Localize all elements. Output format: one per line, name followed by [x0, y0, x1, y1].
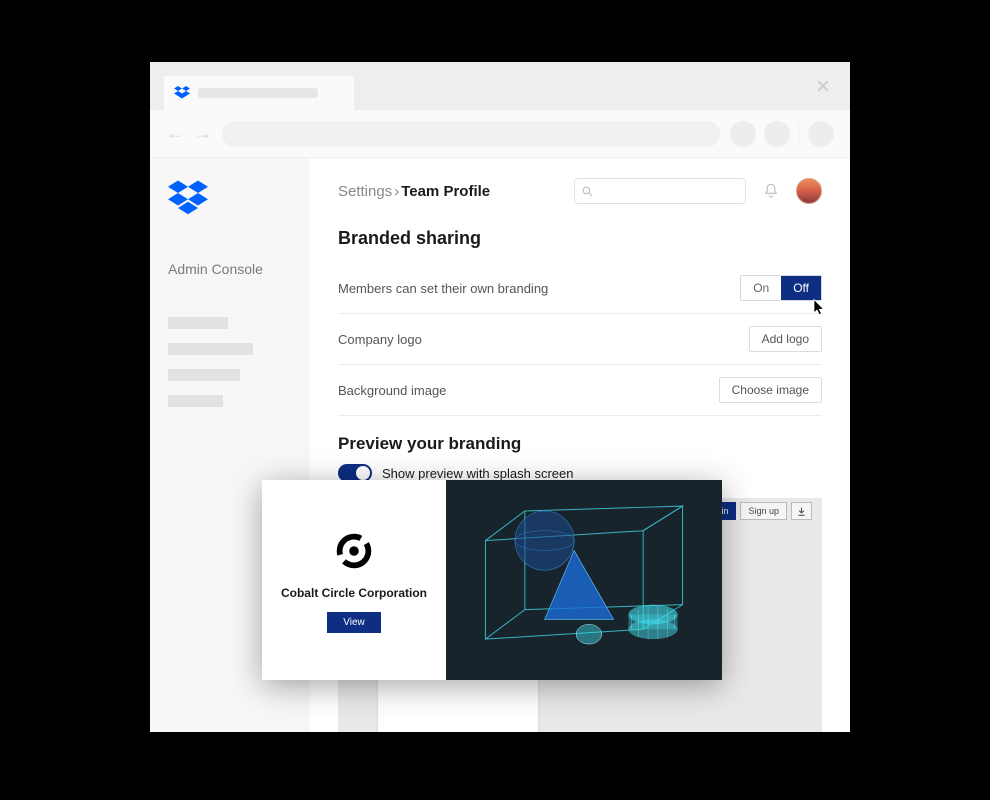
splash-modal: Cobalt Circle Corporation View: [262, 480, 722, 680]
close-icon[interactable]: ×: [812, 76, 834, 98]
browser-toolbar: ← →: [150, 110, 850, 158]
setting-label: Company logo: [338, 332, 422, 347]
search-icon: [581, 185, 594, 198]
view-button[interactable]: View: [327, 612, 381, 633]
back-icon[interactable]: ←: [166, 123, 184, 144]
address-bar[interactable]: [222, 121, 720, 147]
toolbar-sep: [798, 121, 800, 147]
wireframe-illustration: [446, 480, 722, 680]
section-title-preview: Preview your branding: [338, 434, 822, 454]
splash-image: [446, 480, 722, 680]
setting-label: Background image: [338, 383, 446, 398]
search-input[interactable]: [574, 178, 746, 204]
breadcrumb: Settings › Team Profile: [338, 183, 558, 200]
toolbar-circle-2[interactable]: [764, 121, 790, 147]
avatar[interactable]: [796, 178, 822, 204]
sidebar-title[interactable]: Admin Console: [168, 261, 292, 277]
setting-row-company-logo: Company logo Add logo: [338, 314, 822, 365]
choose-image-button[interactable]: Choose image: [719, 377, 822, 403]
switch-label: Show preview with splash screen: [382, 466, 573, 481]
toolbar-circle-1[interactable]: [730, 121, 756, 147]
forward-icon[interactable]: →: [194, 123, 212, 144]
sign-up-button[interactable]: Sign up: [740, 502, 787, 520]
corp-logo-icon: [331, 528, 377, 574]
download-icon[interactable]: [791, 502, 812, 520]
browser-tab-bar: ×: [150, 62, 850, 110]
add-logo-button[interactable]: Add logo: [749, 326, 822, 352]
setting-label: Members can set their own branding: [338, 281, 548, 296]
toolbar-circle-3[interactable]: [808, 121, 834, 147]
breadcrumb-root[interactable]: Settings: [338, 183, 392, 200]
splash-left: Cobalt Circle Corporation View: [262, 480, 446, 680]
sidebar-item-placeholder[interactable]: [168, 343, 253, 355]
dropbox-icon: [174, 85, 190, 101]
section-title-branded-sharing: Branded sharing: [338, 228, 822, 249]
sidebar-item-placeholder[interactable]: [168, 395, 223, 407]
breadcrumb-current: Team Profile: [401, 183, 490, 200]
mouse-cursor-icon: [811, 298, 829, 316]
dropbox-logo[interactable]: [168, 178, 208, 218]
setting-row-members-branding: Members can set their own branding On Of…: [338, 263, 822, 314]
toggle-on-button[interactable]: On: [741, 276, 781, 300]
sidebar-item-placeholder[interactable]: [168, 369, 240, 381]
content-header: Settings › Team Profile: [338, 178, 822, 204]
toggle-off-button[interactable]: Off: [781, 276, 821, 300]
tab-title-placeholder: [198, 88, 318, 98]
setting-row-background-image: Background image Choose image: [338, 365, 822, 416]
splash-company-name: Cobalt Circle Corporation: [281, 586, 427, 600]
bell-icon[interactable]: [762, 182, 780, 200]
breadcrumb-sep: ›: [394, 183, 399, 200]
toggle-members-branding: On Off: [740, 275, 822, 301]
browser-tab[interactable]: [164, 76, 354, 110]
sidebar-item-placeholder[interactable]: [168, 317, 228, 329]
